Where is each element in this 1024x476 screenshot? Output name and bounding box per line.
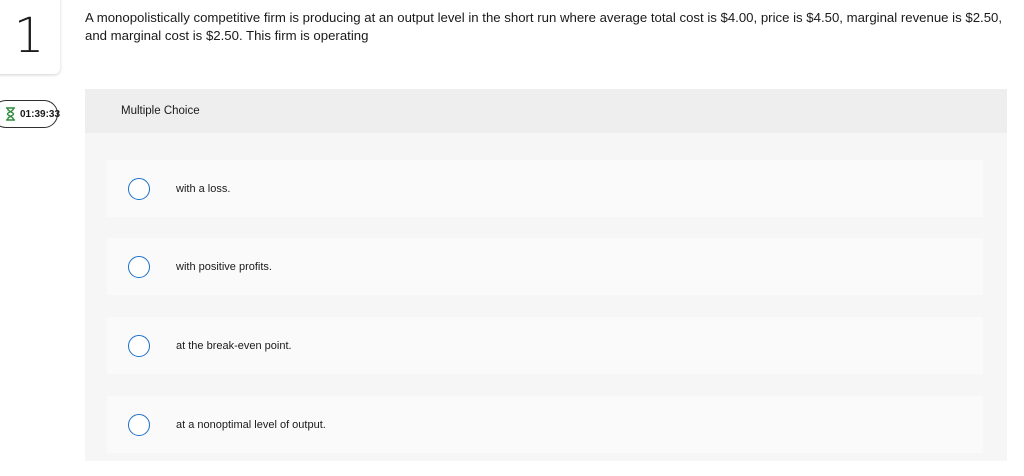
- choice-label: at a nonoptimal level of output.: [176, 418, 326, 431]
- choice-option-3[interactable]: at the break-even point.: [107, 317, 983, 374]
- question-number: 1: [13, 8, 45, 64]
- choice-option-1[interactable]: with a loss.: [107, 160, 983, 217]
- multiple-choice-title: Multiple Choice: [121, 105, 200, 117]
- multiple-choice-header: Multiple Choice: [85, 89, 1007, 133]
- radio-button[interactable]: [128, 413, 150, 436]
- choice-label: with positive profits.: [176, 260, 272, 273]
- choice-label: with a loss.: [176, 182, 231, 195]
- radio-button[interactable]: [128, 334, 150, 357]
- question-text: A monopolistically competitive firm is p…: [85, 10, 1003, 43]
- choice-option-4[interactable]: at a nonoptimal level of output.: [107, 396, 983, 453]
- hourglass-icon: [5, 107, 16, 121]
- radio-button[interactable]: [128, 177, 150, 200]
- timer-badge[interactable]: 01:39:33: [0, 100, 61, 128]
- choice-option-2[interactable]: with positive profits.: [107, 238, 983, 295]
- quiz-page: 1 01:39:33 A monopolistically competitiv…: [0, 0, 1024, 476]
- timer-value: 01:39:33: [20, 108, 61, 120]
- choice-label: at the break-even point.: [176, 339, 292, 352]
- radio-button[interactable]: [128, 255, 150, 278]
- question-number-card: 1: [0, 0, 60, 74]
- multiple-choice-panel: Multiple Choice with a loss. with positi…: [85, 89, 1007, 461]
